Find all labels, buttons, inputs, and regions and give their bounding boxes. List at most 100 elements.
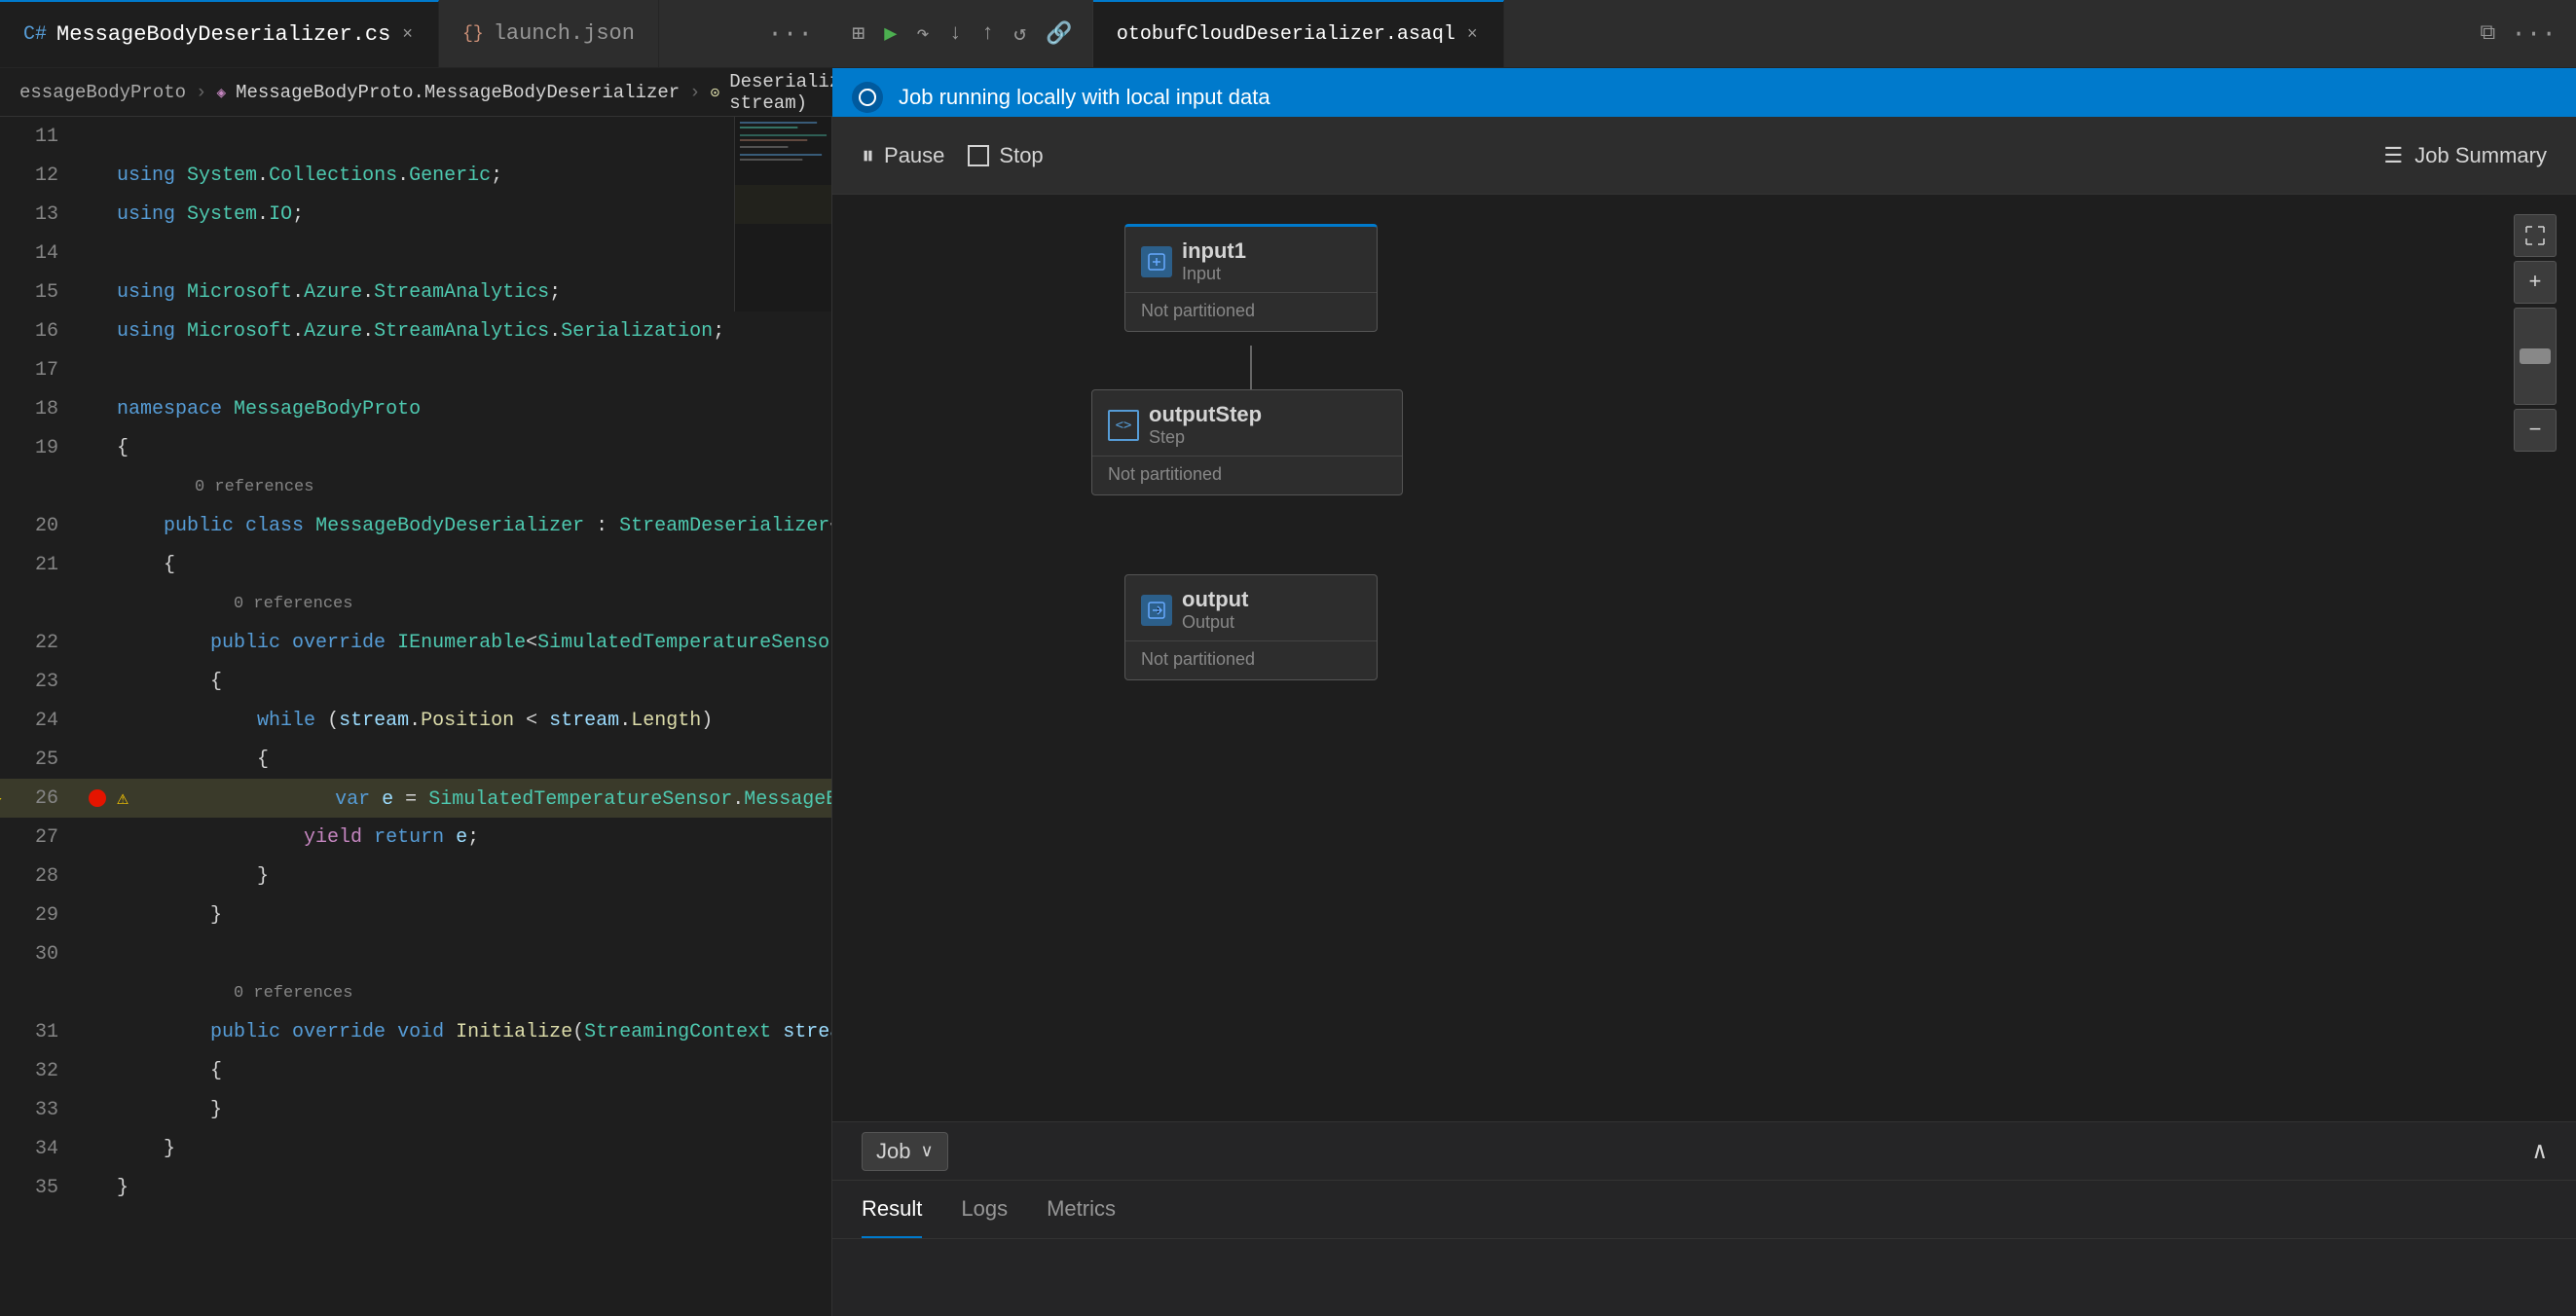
link-icon[interactable]: 🔗	[1046, 21, 1072, 47]
table-row: 30	[0, 934, 831, 973]
table-row: 13 using System.IO;	[0, 195, 831, 234]
table-row: 29 }	[0, 896, 831, 934]
table-row: 15 using Microsoft.Azure.StreamAnalytics…	[0, 273, 831, 311]
table-row: ▶ 26 ⚠ var e = SimulatedTemperatureSenso…	[0, 779, 831, 818]
step-out-icon[interactable]: ↑	[981, 21, 994, 46]
controls-bar: ⏸ Pause Stop ☰ Job Summary	[832, 117, 2576, 195]
tab-metrics[interactable]: Metrics	[1047, 1181, 1116, 1238]
table-row: 33 }	[0, 1090, 831, 1129]
tab-asaql-label: otobufCloudDeserializer.asaql	[1117, 23, 1455, 46]
running-icon	[852, 82, 883, 113]
right-panel: ⏸ Pause Stop ☰ Job Summary	[832, 117, 2576, 1316]
node-output[interactable]: output Output Not partitioned	[1124, 574, 1378, 680]
fullscreen-button[interactable]	[2514, 214, 2557, 257]
tab-cs[interactable]: C# MessageBodyDeserializer.cs ×	[0, 0, 439, 67]
node-input1[interactable]: input1 Input Not partitioned	[1124, 224, 1378, 332]
tab-result[interactable]: Result	[862, 1181, 922, 1238]
table-row: 19 {	[0, 428, 831, 467]
json-icon: {}	[462, 24, 484, 44]
table-row: 16 using Microsoft.Azure.StreamAnalytics…	[0, 311, 831, 350]
input1-partition: Not partitioned	[1125, 292, 1377, 331]
namespace-icon: ◈	[216, 83, 226, 102]
step-node-icon: <>	[1108, 410, 1139, 441]
pause-label: Pause	[884, 143, 944, 168]
stop-button[interactable]: Stop	[968, 143, 1043, 168]
bottom-tabs: Result Logs Metrics	[832, 1181, 2576, 1239]
logs-tab-label: Logs	[961, 1196, 1008, 1222]
node-outputstep[interactable]: <> outputStep Step Not partitioned	[1091, 389, 1403, 495]
breadcrumb-item-1: essageBodyProto	[19, 82, 186, 103]
breadcrumb-item-3: Deserialize(Stream stream)	[729, 71, 832, 114]
output-subtitle: Output	[1182, 612, 1248, 633]
left-tab-more[interactable]: ···	[767, 19, 813, 49]
output-node-icon	[1141, 595, 1172, 626]
table-row: 35 }	[0, 1168, 831, 1207]
editor-panel: 11 12 using System.Collections.Generic;	[0, 117, 832, 1316]
table-row: 0 references	[0, 467, 831, 506]
stop-label: Stop	[999, 143, 1043, 168]
tab-cs-close[interactable]: ×	[400, 23, 415, 47]
table-row: 32 {	[0, 1051, 831, 1090]
tab-logs[interactable]: Logs	[961, 1181, 1008, 1238]
job-dropdown[interactable]: Job ∨	[862, 1132, 948, 1171]
method-icon: ⊙	[711, 83, 720, 102]
zoom-out-button[interactable]: −	[2514, 409, 2557, 452]
table-row: 11	[0, 117, 831, 156]
table-row: 25 {	[0, 740, 831, 779]
zoom-slider[interactable]	[2514, 308, 2557, 405]
job-summary-button[interactable]: ☰ Job Summary	[2384, 143, 2547, 168]
table-row: 31 public override void Initialize(Strea…	[0, 1012, 831, 1051]
input1-subtitle: Input	[1182, 264, 1246, 284]
restart-icon[interactable]: ↺	[1013, 21, 1026, 47]
table-row: 23 {	[0, 662, 831, 701]
step-over-icon[interactable]: ↷	[917, 21, 930, 47]
bottom-panel: Job ∨ ∧ Result Logs Metrics	[832, 1121, 2576, 1316]
status-text: Job running locally with local input dat…	[899, 85, 1270, 110]
job-summary-label: Job Summary	[2414, 143, 2547, 168]
zoom-in-button[interactable]: +	[2514, 261, 2557, 304]
right-more-icon[interactable]: ···	[2511, 19, 2557, 49]
diagram-connectors	[832, 195, 2576, 1121]
result-tab-label: Result	[862, 1196, 922, 1222]
breadcrumb: essageBodyProto › ◈ MessageBodyProto.Mes…	[0, 68, 832, 117]
outputstep-title: outputStep	[1149, 402, 1262, 427]
play-icon[interactable]: ▶	[884, 21, 897, 47]
step-into-icon[interactable]: ↓	[949, 21, 962, 46]
table-row: 12 using System.Collections.Generic;	[0, 156, 831, 195]
table-row: 20 public class MessageBodyDeserializer …	[0, 506, 831, 545]
code-area[interactable]: 11 12 using System.Collections.Generic;	[0, 117, 831, 1316]
table-row: 22 public override IEnumerable<Simulated…	[0, 623, 831, 662]
split-editor-icon[interactable]: ⧉	[2480, 21, 2495, 46]
pause-button[interactable]: ⏸ Pause	[862, 140, 944, 171]
tab-asaql-close[interactable]: ×	[1465, 23, 1480, 47]
chevron-up-icon: ∧	[2533, 1140, 2547, 1166]
tab-asaql[interactable]: otobufCloudDeserializer.asaql ×	[1093, 0, 1504, 67]
breadcrumb-sep-2: ›	[689, 82, 700, 103]
zoom-slider-thumb	[2520, 348, 2551, 364]
table-row: 21 {	[0, 545, 831, 584]
table-row: 18 namespace MessageBodyProto	[0, 389, 831, 428]
breakpoint-indicator	[89, 789, 106, 807]
table-row: 17	[0, 350, 831, 389]
minimap	[734, 117, 831, 311]
table-row: 24 while (stream.Position < stream.Lengt…	[0, 701, 831, 740]
table-row: 34 }	[0, 1129, 831, 1168]
job-dropdown-label: Job	[876, 1139, 910, 1164]
tab-json[interactable]: {} launch.json	[439, 0, 659, 67]
grid-icon[interactable]: ⊞	[852, 21, 865, 47]
cs-icon: C#	[23, 23, 47, 46]
outputstep-partition: Not partitioned	[1092, 456, 1402, 494]
debug-arrow-icon: ▶	[0, 784, 2, 814]
breadcrumb-sep-1: ›	[196, 82, 206, 103]
stop-icon	[968, 145, 989, 166]
chevron-down-icon: ∨	[920, 1141, 933, 1161]
breadcrumb-item-2: MessageBodyProto.MessageBodyDeserializer	[236, 82, 680, 103]
tab-json-label: launch.json	[494, 21, 635, 46]
table-row: 0 references	[0, 973, 831, 1012]
bottom-panel-header: Job ∨ ∧	[832, 1122, 2576, 1181]
collapse-button[interactable]: ∧	[2533, 1137, 2547, 1166]
table-row: 27 yield return e;	[0, 818, 831, 857]
zoom-controls: + −	[2514, 214, 2557, 452]
table-row: 28 }	[0, 857, 831, 896]
input-node-icon	[1141, 246, 1172, 277]
